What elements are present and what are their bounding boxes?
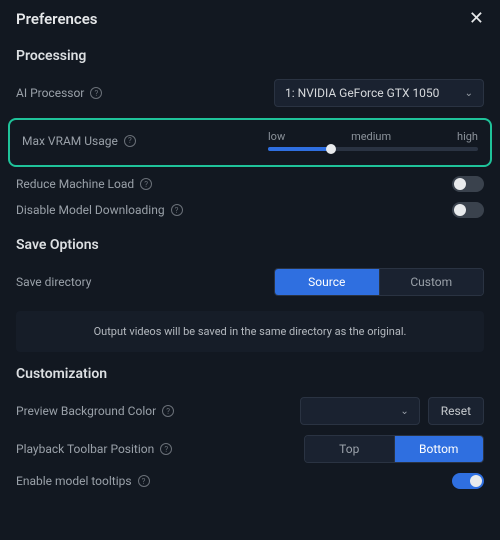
window-title: Preferences bbox=[16, 10, 98, 28]
vram-slider[interactable]: low medium high bbox=[268, 130, 478, 151]
preview-bg-reset-button[interactable]: Reset bbox=[428, 397, 484, 425]
preview-bg-label-wrap: Preview Background Color ? bbox=[16, 404, 174, 418]
vram-label-high: high bbox=[457, 130, 478, 143]
disable-download-toggle[interactable] bbox=[452, 202, 484, 218]
disable-download-label: Disable Model Downloading bbox=[16, 203, 165, 217]
save-dir-custom-button[interactable]: Custom bbox=[379, 269, 484, 295]
reduce-load-toggle[interactable] bbox=[452, 176, 484, 192]
row-reduce-load: Reduce Machine Load ? bbox=[16, 171, 484, 197]
save-directory-label-wrap: Save directory bbox=[16, 275, 91, 289]
reduce-load-label: Reduce Machine Load bbox=[16, 177, 134, 191]
help-icon[interactable]: ? bbox=[160, 443, 172, 455]
section-customization-title: Customization bbox=[16, 366, 484, 382]
tooltips-toggle[interactable] bbox=[452, 473, 484, 489]
help-icon[interactable]: ? bbox=[162, 405, 174, 417]
vram-slider-thumb[interactable] bbox=[326, 144, 336, 154]
row-preview-bg: Preview Background Color ? ⌄ Reset bbox=[16, 392, 484, 430]
preview-bg-select[interactable]: ⌄ bbox=[300, 397, 420, 425]
vram-label-medium: medium bbox=[351, 130, 391, 143]
preferences-window: Preferences ✕ Processing AI Processor ? … bbox=[0, 0, 500, 540]
vram-label-wrap: Max VRAM Usage ? bbox=[22, 134, 136, 148]
tooltips-label-wrap: Enable model tooltips ? bbox=[16, 474, 150, 488]
vram-label: Max VRAM Usage bbox=[22, 134, 118, 148]
section-save-title: Save Options bbox=[16, 237, 484, 253]
content: Processing AI Processor ? 1: NVIDIA GeFo… bbox=[0, 48, 500, 510]
help-icon[interactable]: ? bbox=[124, 135, 136, 147]
toolbar-pos-label-wrap: Playback Toolbar Position ? bbox=[16, 442, 172, 456]
titlebar: Preferences ✕ bbox=[0, 0, 500, 34]
row-ai-processor: AI Processor ? 1: NVIDIA GeForce GTX 105… bbox=[16, 74, 484, 112]
help-icon[interactable]: ? bbox=[140, 178, 152, 190]
vram-slider-labels: low medium high bbox=[268, 130, 478, 143]
vram-label-low: low bbox=[268, 130, 285, 143]
toolbar-pos-label: Playback Toolbar Position bbox=[16, 442, 154, 456]
help-icon[interactable]: ? bbox=[138, 475, 150, 487]
help-icon[interactable]: ? bbox=[90, 87, 102, 99]
ai-processor-label: AI Processor bbox=[16, 86, 84, 100]
section-processing-title: Processing bbox=[16, 48, 484, 64]
chevron-down-icon: ⌄ bbox=[400, 406, 408, 417]
reduce-load-label-wrap: Reduce Machine Load ? bbox=[16, 177, 152, 191]
toolbar-pos-segment: Top Bottom bbox=[304, 435, 484, 463]
save-directory-segment: Source Custom bbox=[274, 268, 484, 296]
vram-slider-track[interactable] bbox=[268, 147, 478, 151]
save-directory-label: Save directory bbox=[16, 275, 91, 289]
row-toolbar-position: Playback Toolbar Position ? Top Bottom bbox=[16, 430, 484, 468]
ai-processor-value: 1: NVIDIA GeForce GTX 1050 bbox=[285, 86, 439, 100]
toolbar-pos-top-button[interactable]: Top bbox=[305, 436, 394, 462]
preview-bg-label: Preview Background Color bbox=[16, 404, 156, 418]
row-enable-tooltips: Enable model tooltips ? bbox=[16, 468, 484, 494]
tooltips-label: Enable model tooltips bbox=[16, 474, 132, 488]
save-info-message: Output videos will be saved in the same … bbox=[16, 311, 484, 352]
help-icon[interactable]: ? bbox=[171, 204, 183, 216]
chevron-down-icon: ⌄ bbox=[465, 88, 473, 99]
row-disable-download: Disable Model Downloading ? bbox=[16, 197, 484, 223]
vram-slider-fill bbox=[268, 147, 331, 151]
close-icon[interactable]: ✕ bbox=[469, 10, 484, 28]
disable-download-label-wrap: Disable Model Downloading ? bbox=[16, 203, 183, 217]
ai-processor-label-wrap: AI Processor ? bbox=[16, 86, 102, 100]
row-max-vram-highlighted: Max VRAM Usage ? low medium high bbox=[8, 118, 492, 167]
save-dir-source-button[interactable]: Source bbox=[275, 269, 379, 295]
ai-processor-select[interactable]: 1: NVIDIA GeForce GTX 1050 ⌄ bbox=[274, 79, 484, 107]
row-save-directory: Save directory Source Custom bbox=[16, 263, 484, 301]
toolbar-pos-bottom-button[interactable]: Bottom bbox=[394, 436, 484, 462]
